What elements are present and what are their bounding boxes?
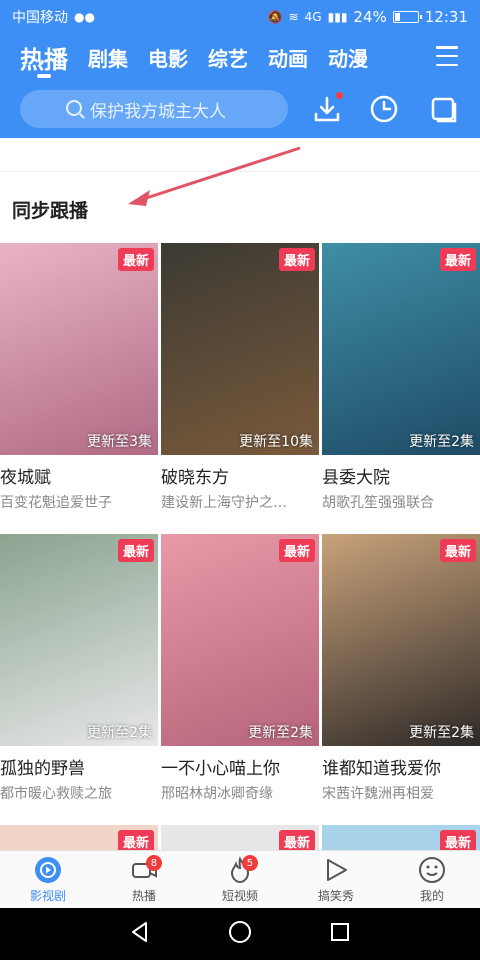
tab-movies[interactable]: 电影 xyxy=(148,34,188,80)
wifi-icon: ≋ xyxy=(288,10,299,24)
tab-anime[interactable]: 动漫 xyxy=(328,34,368,80)
show-poster[interactable]: 最新 更新至2集 xyxy=(0,534,158,746)
recents-icon[interactable] xyxy=(328,920,352,948)
show-poster[interactable]: 最新 更新至10集 xyxy=(161,243,319,455)
smiley-face-icon xyxy=(417,855,447,885)
show-card[interactable]: 最新 更新至3集 夜城赋 百变花魁追爱世子 xyxy=(0,243,158,512)
tab-hot[interactable]: 热播 xyxy=(20,34,68,80)
episode-update: 更新至10集 xyxy=(239,434,313,450)
mute-icon: 🔕 xyxy=(267,10,283,24)
search-icon xyxy=(66,100,82,116)
episode-update: 更新至2集 xyxy=(409,725,474,741)
annotation-arrow xyxy=(128,146,301,206)
nav-dramas[interactable]: 影视剧 xyxy=(0,851,96,908)
new-badge: 最新 xyxy=(278,539,315,562)
notification-badge: 5 xyxy=(241,855,258,871)
show-subtitle: 建设新上海守护之… xyxy=(161,495,287,511)
tab-variety[interactable]: 综艺 xyxy=(208,34,248,80)
back-icon[interactable] xyxy=(128,920,152,948)
pages-icon[interactable] xyxy=(428,94,458,124)
show-card[interactable]: 最新 xyxy=(0,825,158,850)
network-type: 4G xyxy=(304,10,322,24)
download-icon[interactable] xyxy=(312,92,343,124)
new-badge: 最新 xyxy=(117,539,154,562)
new-badge: 最新 xyxy=(278,830,315,850)
carrier-name: 中国移动 xyxy=(12,10,68,26)
show-title[interactable]: 夜城赋 xyxy=(0,463,158,488)
show-poster[interactable]: 最新 xyxy=(0,825,158,850)
new-badge: 最新 xyxy=(117,248,154,271)
show-poster[interactable]: 最新 更新至2集 xyxy=(322,243,480,455)
episode-update: 更新至3集 xyxy=(87,434,152,450)
nav-label: 热播 xyxy=(131,889,156,903)
show-poster[interactable]: 最新 xyxy=(161,825,319,850)
category-tabs: 热播 剧集 电影 综艺 动画 动漫 xyxy=(0,34,480,80)
nav-label: 我的 xyxy=(419,889,444,903)
section-title: 同步跟播 xyxy=(12,200,89,222)
show-title[interactable]: 孤独的野兽 xyxy=(0,754,158,779)
nav-label: 影视剧 xyxy=(29,889,66,903)
show-title[interactable]: 县委大院 xyxy=(322,463,480,488)
tab-series[interactable]: 剧集 xyxy=(88,34,128,80)
battery-percent: 24% xyxy=(353,8,387,26)
notification-dot xyxy=(336,92,343,99)
show-title[interactable]: 谁都知道我爱你 xyxy=(322,754,480,779)
episode-update: 更新至2集 xyxy=(87,725,152,741)
episode-update: 更新至2集 xyxy=(248,725,313,741)
show-subtitle: 邢昭林胡冰卿奇缘 xyxy=(161,786,273,802)
nav-label: 短视频 xyxy=(221,889,258,903)
search-input[interactable]: 保护我方城主大人 xyxy=(20,90,288,128)
new-badge: 最新 xyxy=(278,248,315,271)
play-triangle-icon xyxy=(321,855,351,885)
nav-hot[interactable]: 8 热播 xyxy=(96,851,192,908)
signal-icon: ▮▮▮ xyxy=(327,10,348,24)
show-card[interactable]: 最新 更新至2集 一不小心喵上你 邢昭林胡冰卿奇缘 xyxy=(161,534,319,803)
bottom-nav: 影视剧 8 热播 5 短视频 搞笑秀 我的 xyxy=(0,850,480,908)
app-header: 热播 剧集 电影 综艺 动画 动漫 保护我方城主大人 xyxy=(0,34,480,138)
history-clock-icon[interactable] xyxy=(369,94,399,124)
nav-short-video[interactable]: 5 短视频 xyxy=(192,851,288,908)
episode-update: 更新至2集 xyxy=(409,434,474,450)
show-card[interactable]: 最新 xyxy=(322,825,480,850)
show-poster[interactable]: 最新 更新至3集 xyxy=(0,243,158,455)
show-poster[interactable]: 最新 xyxy=(322,825,480,850)
tab-animation[interactable]: 动画 xyxy=(268,34,308,80)
show-card[interactable]: 最新 更新至2集 孤独的野兽 都市暖心救赎之旅 xyxy=(0,534,158,803)
search-placeholder: 保护我方城主大人 xyxy=(90,101,226,122)
status-bar: 中国移动 ●● 🔕 ≋ 4G ▮▮▮ 24% 12:31 xyxy=(0,0,480,34)
menu-icon[interactable] xyxy=(436,46,458,66)
new-badge: 最新 xyxy=(439,248,476,271)
new-badge: 最新 xyxy=(439,539,476,562)
show-subtitle: 百变花魁追爱世子 xyxy=(0,495,112,511)
home-icon[interactable] xyxy=(228,920,252,948)
show-title[interactable]: 一不小心喵上你 xyxy=(161,754,319,779)
nav-label: 搞笑秀 xyxy=(317,889,354,903)
show-card[interactable]: 最新 更新至10集 破晓东方 建设新上海守护之… xyxy=(161,243,319,512)
show-title[interactable]: 破晓东方 xyxy=(161,463,319,488)
show-card[interactable]: 最新 xyxy=(161,825,319,850)
wechat-notification-icon: ●● xyxy=(74,10,95,24)
battery-icon xyxy=(392,11,422,23)
play-circle-icon xyxy=(33,855,63,885)
nav-comedy[interactable]: 搞笑秀 xyxy=(288,851,384,908)
show-subtitle: 胡歌孔笙强强联合 xyxy=(322,495,434,511)
nav-profile[interactable]: 我的 xyxy=(384,851,480,908)
show-card[interactable]: 最新 更新至2集 县委大院 胡歌孔笙强强联合 xyxy=(322,243,480,512)
system-nav-bar xyxy=(0,908,480,960)
clock-time: 12:31 xyxy=(424,8,468,26)
new-badge: 最新 xyxy=(439,830,476,850)
show-subtitle: 宋茜许魏洲再相爱 xyxy=(322,786,434,802)
show-poster[interactable]: 最新 更新至2集 xyxy=(322,534,480,746)
show-poster[interactable]: 最新 更新至2集 xyxy=(161,534,319,746)
new-badge: 最新 xyxy=(117,830,154,850)
notification-badge: 8 xyxy=(145,855,162,871)
show-card[interactable]: 最新 更新至2集 谁都知道我爱你 宋茜许魏洲再相爱 xyxy=(322,534,480,803)
show-subtitle: 都市暖心救赎之旅 xyxy=(0,786,112,802)
